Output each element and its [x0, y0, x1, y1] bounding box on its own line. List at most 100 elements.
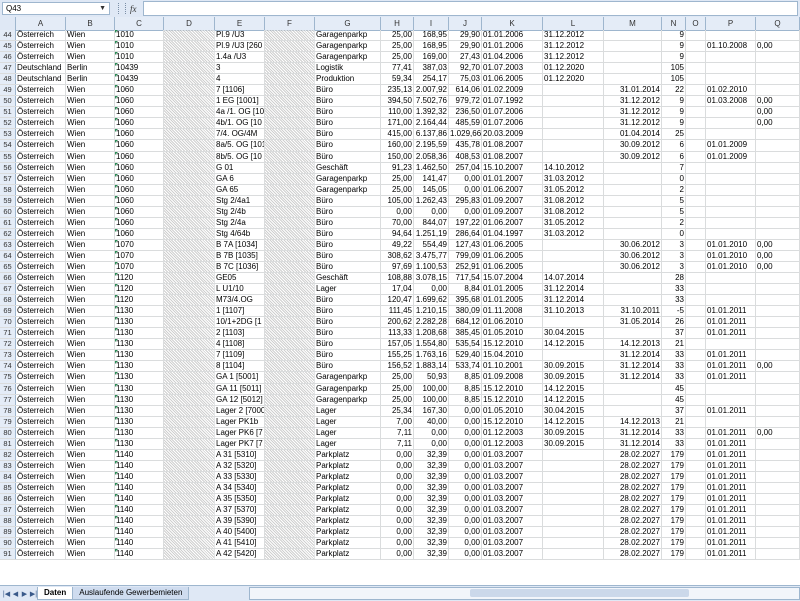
- table-cell[interactable]: 8,85: [449, 372, 482, 383]
- table-cell[interactable]: Wien: [66, 162, 115, 173]
- table-cell[interactable]: 197,22: [449, 217, 482, 228]
- table-cell[interactable]: 127,43: [449, 239, 482, 250]
- table-cell[interactable]: [604, 217, 662, 228]
- table-cell[interactable]: Garagenparkp: [315, 184, 381, 195]
- redacted-cell[interactable]: [164, 328, 215, 339]
- table-cell[interactable]: 01.01.2011: [706, 482, 756, 493]
- table-cell[interactable]: 31.05.2012: [543, 217, 604, 228]
- table-cell[interactable]: 32,39: [414, 549, 449, 560]
- table-cell[interactable]: 37: [662, 328, 686, 339]
- redacted-cell[interactable]: [265, 493, 315, 505]
- row-header[interactable]: 47: [0, 63, 16, 74]
- table-cell[interactable]: 0: [662, 173, 686, 184]
- table-cell[interactable]: 1140: [115, 493, 164, 505]
- table-cell[interactable]: 01.01.2011: [706, 361, 756, 372]
- table-cell[interactable]: [706, 217, 756, 228]
- table-cell[interactable]: 29,90: [449, 30, 482, 41]
- redacted-cell[interactable]: [265, 96, 315, 107]
- table-cell[interactable]: 30.09.2015: [543, 361, 604, 372]
- formula-input[interactable]: [142, 1, 798, 16]
- table-cell[interactable]: 395,68: [449, 295, 482, 306]
- table-cell[interactable]: 0,00: [756, 261, 800, 273]
- redacted-cell[interactable]: [265, 295, 315, 306]
- redacted-cell[interactable]: [164, 505, 215, 516]
- row-header[interactable]: 62: [0, 228, 16, 239]
- table-cell[interactable]: Österreich: [16, 228, 66, 239]
- first-sheet-icon[interactable]: |◀: [2, 590, 11, 598]
- table-cell[interactable]: 1.462,50: [414, 162, 449, 173]
- table-cell[interactable]: [686, 63, 706, 74]
- table-cell[interactable]: Garagenparkp: [315, 394, 381, 405]
- table-cell[interactable]: [686, 317, 706, 328]
- table-cell[interactable]: 01.01.2011: [706, 405, 756, 416]
- table-cell[interactable]: 387,03: [414, 63, 449, 74]
- table-cell[interactable]: 394,50: [381, 96, 414, 107]
- table-cell[interactable]: 9: [662, 41, 686, 52]
- table-cell[interactable]: Österreich: [16, 30, 66, 41]
- table-cell[interactable]: 01.01.2009: [706, 140, 756, 151]
- table-cell[interactable]: [686, 383, 706, 394]
- table-cell[interactable]: [756, 449, 800, 460]
- table-cell[interactable]: 30.04.2015: [543, 405, 604, 416]
- table-cell[interactable]: Lager 2 [7000: [215, 405, 265, 416]
- table-cell[interactable]: Wien: [66, 527, 115, 538]
- redacted-cell[interactable]: [265, 30, 315, 41]
- redacted-cell[interactable]: [265, 427, 315, 438]
- redacted-cell[interactable]: [164, 52, 215, 63]
- table-cell[interactable]: 1130: [115, 306, 164, 317]
- table-cell[interactable]: 0,00: [756, 361, 800, 372]
- table-cell[interactable]: 94,64: [381, 228, 414, 239]
- table-cell[interactable]: 168,95: [414, 41, 449, 52]
- table-cell[interactable]: [604, 162, 662, 173]
- table-cell[interactable]: Wien: [66, 471, 115, 482]
- table-cell[interactable]: [543, 129, 604, 140]
- table-cell[interactable]: 17,04: [381, 284, 414, 295]
- table-cell[interactable]: 1 [1107]: [215, 306, 265, 317]
- table-cell[interactable]: 1060: [115, 107, 164, 118]
- redacted-cell[interactable]: [265, 527, 315, 538]
- table-cell[interactable]: [543, 482, 604, 493]
- table-cell[interactable]: Wien: [66, 372, 115, 383]
- table-cell[interactable]: 100,00: [414, 383, 449, 394]
- table-cell[interactable]: Lager PK7 [7: [215, 438, 265, 449]
- column-header-p[interactable]: P: [706, 17, 756, 30]
- table-cell[interactable]: Österreich: [16, 107, 66, 118]
- table-cell[interactable]: [686, 394, 706, 405]
- table-cell[interactable]: Büro: [315, 129, 381, 140]
- table-cell[interactable]: [686, 427, 706, 438]
- table-cell[interactable]: [543, 140, 604, 151]
- redacted-cell[interactable]: [164, 416, 215, 427]
- table-cell[interactable]: 1130: [115, 383, 164, 394]
- prev-sheet-icon[interactable]: ◀: [11, 590, 20, 598]
- row-header[interactable]: 71: [0, 328, 16, 339]
- table-cell[interactable]: [686, 471, 706, 482]
- table-cell[interactable]: 7,11: [381, 438, 414, 449]
- redacted-cell[interactable]: [265, 449, 315, 460]
- table-cell[interactable]: 01.01.2006: [482, 41, 543, 52]
- table-cell[interactable]: 77,41: [381, 63, 414, 74]
- table-cell[interactable]: 26: [662, 317, 686, 328]
- table-cell[interactable]: Stg 2/4a1: [215, 195, 265, 206]
- table-cell[interactable]: 01.05.2010: [482, 328, 543, 339]
- redacted-cell[interactable]: [164, 460, 215, 471]
- table-cell[interactable]: 92,70: [449, 63, 482, 74]
- table-cell[interactable]: [686, 273, 706, 284]
- table-cell[interactable]: 01.03.2007: [482, 538, 543, 549]
- table-cell[interactable]: 01.01.2011: [706, 505, 756, 516]
- table-cell[interactable]: 0,00: [414, 284, 449, 295]
- table-cell[interactable]: [706, 162, 756, 173]
- table-cell[interactable]: 9: [662, 96, 686, 107]
- table-cell[interactable]: 14.10.2012: [543, 162, 604, 173]
- table-cell[interactable]: [756, 493, 800, 505]
- table-cell[interactable]: Österreich: [16, 549, 66, 560]
- table-cell[interactable]: 111,45: [381, 306, 414, 317]
- table-cell[interactable]: 28.02.2027: [604, 505, 662, 516]
- row-header[interactable]: 45: [0, 41, 16, 52]
- table-cell[interactable]: M73/4.OG: [215, 295, 265, 306]
- table-cell[interactable]: 01.01.2011: [706, 449, 756, 460]
- row-header[interactable]: 73: [0, 350, 16, 361]
- table-cell[interactable]: 59,34: [381, 74, 414, 85]
- table-cell[interactable]: 1.251,19: [414, 228, 449, 239]
- redacted-cell[interactable]: [265, 250, 315, 261]
- redacted-cell[interactable]: [265, 350, 315, 361]
